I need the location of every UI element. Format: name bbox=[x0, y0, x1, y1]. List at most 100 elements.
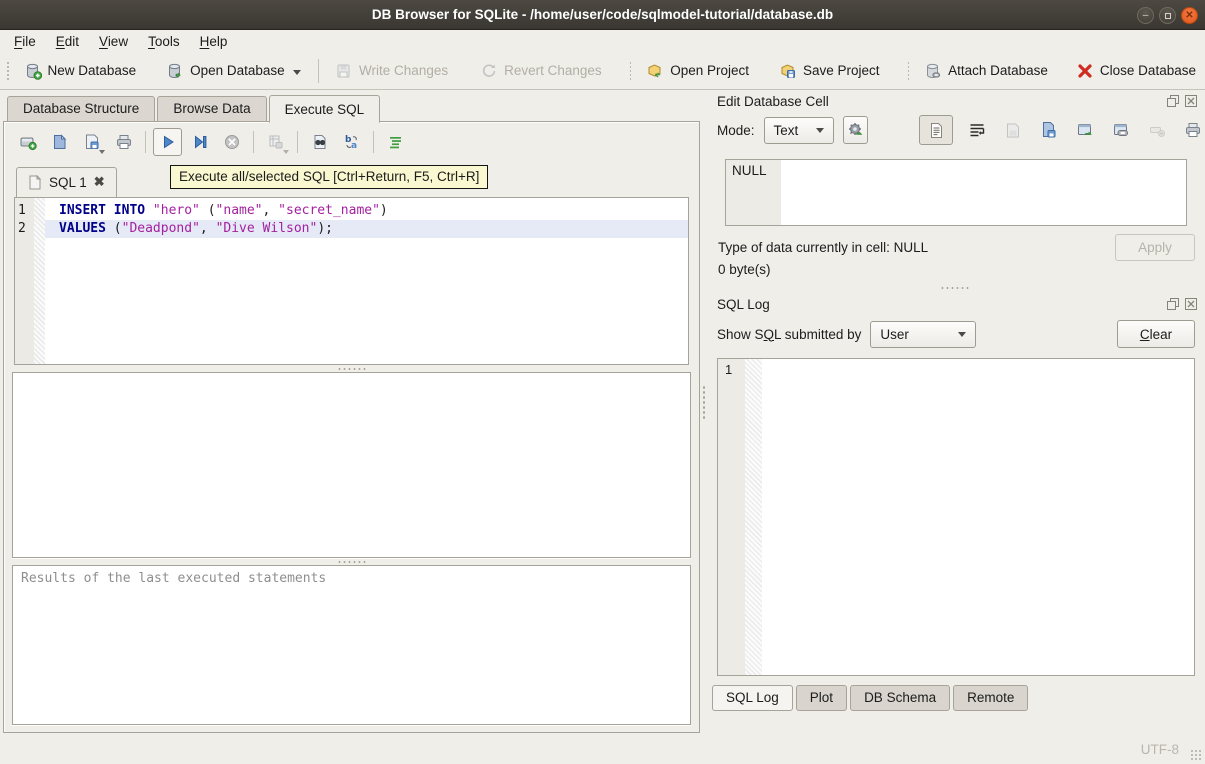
sql-toolbar-separator bbox=[253, 131, 254, 153]
sql-log-title: SQL Log bbox=[717, 297, 770, 312]
results-grid-panel bbox=[12, 372, 691, 558]
menu-file[interactable]: File bbox=[4, 32, 46, 51]
sql-tab-label: SQL 1 bbox=[49, 175, 87, 190]
open-database-label: Open Database bbox=[190, 63, 285, 78]
save-project-button[interactable]: Save Project bbox=[770, 58, 889, 84]
chevron-down-icon bbox=[958, 332, 966, 337]
toolbar-drag-handle[interactable] bbox=[6, 61, 9, 81]
save-sql-file-button[interactable] bbox=[77, 128, 106, 156]
menu-view[interactable]: View bbox=[89, 32, 138, 51]
clear-button[interactable]: Clear bbox=[1117, 320, 1195, 348]
sql-code-editor[interactable]: 12 INSERT INTO "hero" ("name", "secret_n… bbox=[14, 197, 689, 365]
attach-database-button[interactable]: Attach Database bbox=[915, 58, 1057, 84]
print-cell-button[interactable] bbox=[1181, 118, 1205, 142]
mode-select[interactable]: Text bbox=[764, 117, 835, 144]
cell-size-info: 0 byte(s) bbox=[718, 262, 1205, 277]
import-cell-icon bbox=[1040, 121, 1058, 139]
print-icon bbox=[115, 133, 133, 151]
dock-tab-remote[interactable]: Remote bbox=[953, 685, 1028, 711]
close-panel-icon[interactable] bbox=[1184, 94, 1198, 108]
dock-tab-db-schema[interactable]: DB Schema bbox=[850, 685, 950, 711]
editor-fold-margin bbox=[34, 198, 45, 364]
replace-button[interactable]: ba bbox=[337, 128, 366, 156]
write-changes-button: Write Changes bbox=[326, 58, 457, 84]
edit-cell-dock: Edit Database Cell Mode: Text bbox=[705, 90, 1205, 277]
toolbar-drag-handle[interactable] bbox=[629, 61, 632, 81]
window-title: DB Browser for SQLite - /home/user/code/… bbox=[372, 7, 833, 22]
mode-row: Mode: Text bbox=[705, 112, 1205, 148]
export-cell-button[interactable] bbox=[1073, 118, 1097, 142]
text-mode-button[interactable] bbox=[919, 115, 953, 145]
execute-line-icon bbox=[191, 133, 209, 151]
new-database-button[interactable]: New Database bbox=[15, 58, 146, 84]
cell-value-editor[interactable]: NULL bbox=[725, 159, 1187, 226]
save-sql-dropdown-caret[interactable] bbox=[99, 150, 105, 154]
horizontal-splitter[interactable] bbox=[4, 365, 699, 372]
left-pane: Database Structure Browse Data Execute S… bbox=[0, 90, 704, 735]
log-content[interactable] bbox=[762, 359, 1194, 675]
close-tab-icon[interactable]: ✖ bbox=[94, 174, 105, 190]
format-icon bbox=[387, 133, 405, 151]
dock-tab-sql-log[interactable]: SQL Log bbox=[712, 685, 793, 711]
sql-doc-icon bbox=[28, 175, 42, 190]
open-project-button[interactable]: Open Project bbox=[637, 58, 758, 84]
open-external-button[interactable] bbox=[1109, 118, 1133, 142]
dock-tab-plot[interactable]: Plot bbox=[796, 685, 847, 711]
code-line[interactable]: INSERT INTO "hero" ("name", "secret_name… bbox=[45, 202, 688, 220]
tab-browse-data[interactable]: Browse Data bbox=[157, 96, 266, 122]
maximize-icon[interactable] bbox=[1159, 7, 1176, 24]
tab-execute-sql[interactable]: Execute SQL bbox=[269, 95, 381, 123]
menubar: File Edit View Tools Help bbox=[0, 30, 1205, 52]
save-project-label: Save Project bbox=[803, 63, 880, 78]
dock-tabbar: SQL Log Plot DB Schema Remote bbox=[705, 676, 1205, 711]
results-message-panel: Results of the last executed statements bbox=[12, 565, 691, 725]
sql-log-filter-row: Show SQL submitted by User Clear bbox=[705, 315, 1205, 353]
execute-all-button[interactable] bbox=[153, 128, 182, 156]
open-database-dropdown-caret[interactable] bbox=[293, 70, 301, 75]
menu-help[interactable]: Help bbox=[190, 32, 238, 51]
write-changes-label: Write Changes bbox=[359, 63, 448, 78]
float-panel-icon[interactable] bbox=[1166, 94, 1180, 108]
set-null-button bbox=[1145, 118, 1169, 142]
format-sql-button[interactable] bbox=[381, 128, 410, 156]
tab-database-structure[interactable]: Database Structure bbox=[7, 96, 155, 122]
resize-grip[interactable] bbox=[1190, 749, 1203, 762]
log-line-number: 1 bbox=[725, 362, 732, 377]
link-cell-icon bbox=[1112, 121, 1130, 139]
cell-icons-row bbox=[919, 115, 1205, 145]
filter-select[interactable]: User bbox=[870, 321, 976, 348]
vertical-splitter[interactable] bbox=[702, 385, 706, 419]
menu-edit[interactable]: Edit bbox=[46, 32, 89, 51]
chevron-down-icon bbox=[816, 128, 824, 133]
print-sql-button[interactable] bbox=[109, 128, 138, 156]
import-cell-button[interactable] bbox=[1037, 118, 1061, 142]
dock-splitter[interactable] bbox=[705, 283, 1205, 293]
code-line[interactable]: VALUES ("Deadpond", "Dive Wilson"); bbox=[45, 220, 688, 238]
open-database-button[interactable]: Open Database bbox=[157, 58, 310, 84]
cell-value-content[interactable] bbox=[781, 160, 1186, 225]
toolbar-drag-handle[interactable] bbox=[907, 61, 910, 81]
code-lines[interactable]: INSERT INTO "hero" ("name", "secret_name… bbox=[45, 198, 688, 364]
close-window-icon[interactable]: ✕ bbox=[1181, 7, 1198, 24]
save-results-dropdown-caret bbox=[283, 150, 289, 154]
find-button[interactable] bbox=[305, 128, 334, 156]
minimize-icon[interactable]: – bbox=[1137, 7, 1154, 24]
close-panel-icon[interactable] bbox=[1184, 297, 1198, 311]
attach-database-icon bbox=[924, 62, 942, 80]
sql-subtabs: SQL 1 ✖ Execute all/selected SQL [Ctrl+R… bbox=[4, 162, 699, 197]
new-sql-tab-button[interactable] bbox=[13, 128, 42, 156]
open-sql-icon bbox=[51, 133, 69, 151]
open-sql-file-button[interactable] bbox=[45, 128, 74, 156]
menu-tools[interactable]: Tools bbox=[138, 32, 190, 51]
new-database-icon bbox=[24, 62, 42, 80]
horizontal-splitter[interactable] bbox=[4, 558, 699, 565]
mode-value: Text bbox=[774, 123, 799, 138]
sql-tab[interactable]: SQL 1 ✖ bbox=[16, 167, 117, 197]
float-panel-icon[interactable] bbox=[1166, 297, 1180, 311]
close-database-button[interactable]: Close Database bbox=[1067, 58, 1205, 84]
execute-line-button[interactable] bbox=[185, 128, 214, 156]
sql-toolbar-separator bbox=[373, 131, 374, 153]
word-wrap-button[interactable] bbox=[965, 118, 989, 142]
sql-log-area[interactable]: 1 bbox=[717, 358, 1195, 676]
apply-cell-changes-button[interactable] bbox=[843, 116, 868, 144]
